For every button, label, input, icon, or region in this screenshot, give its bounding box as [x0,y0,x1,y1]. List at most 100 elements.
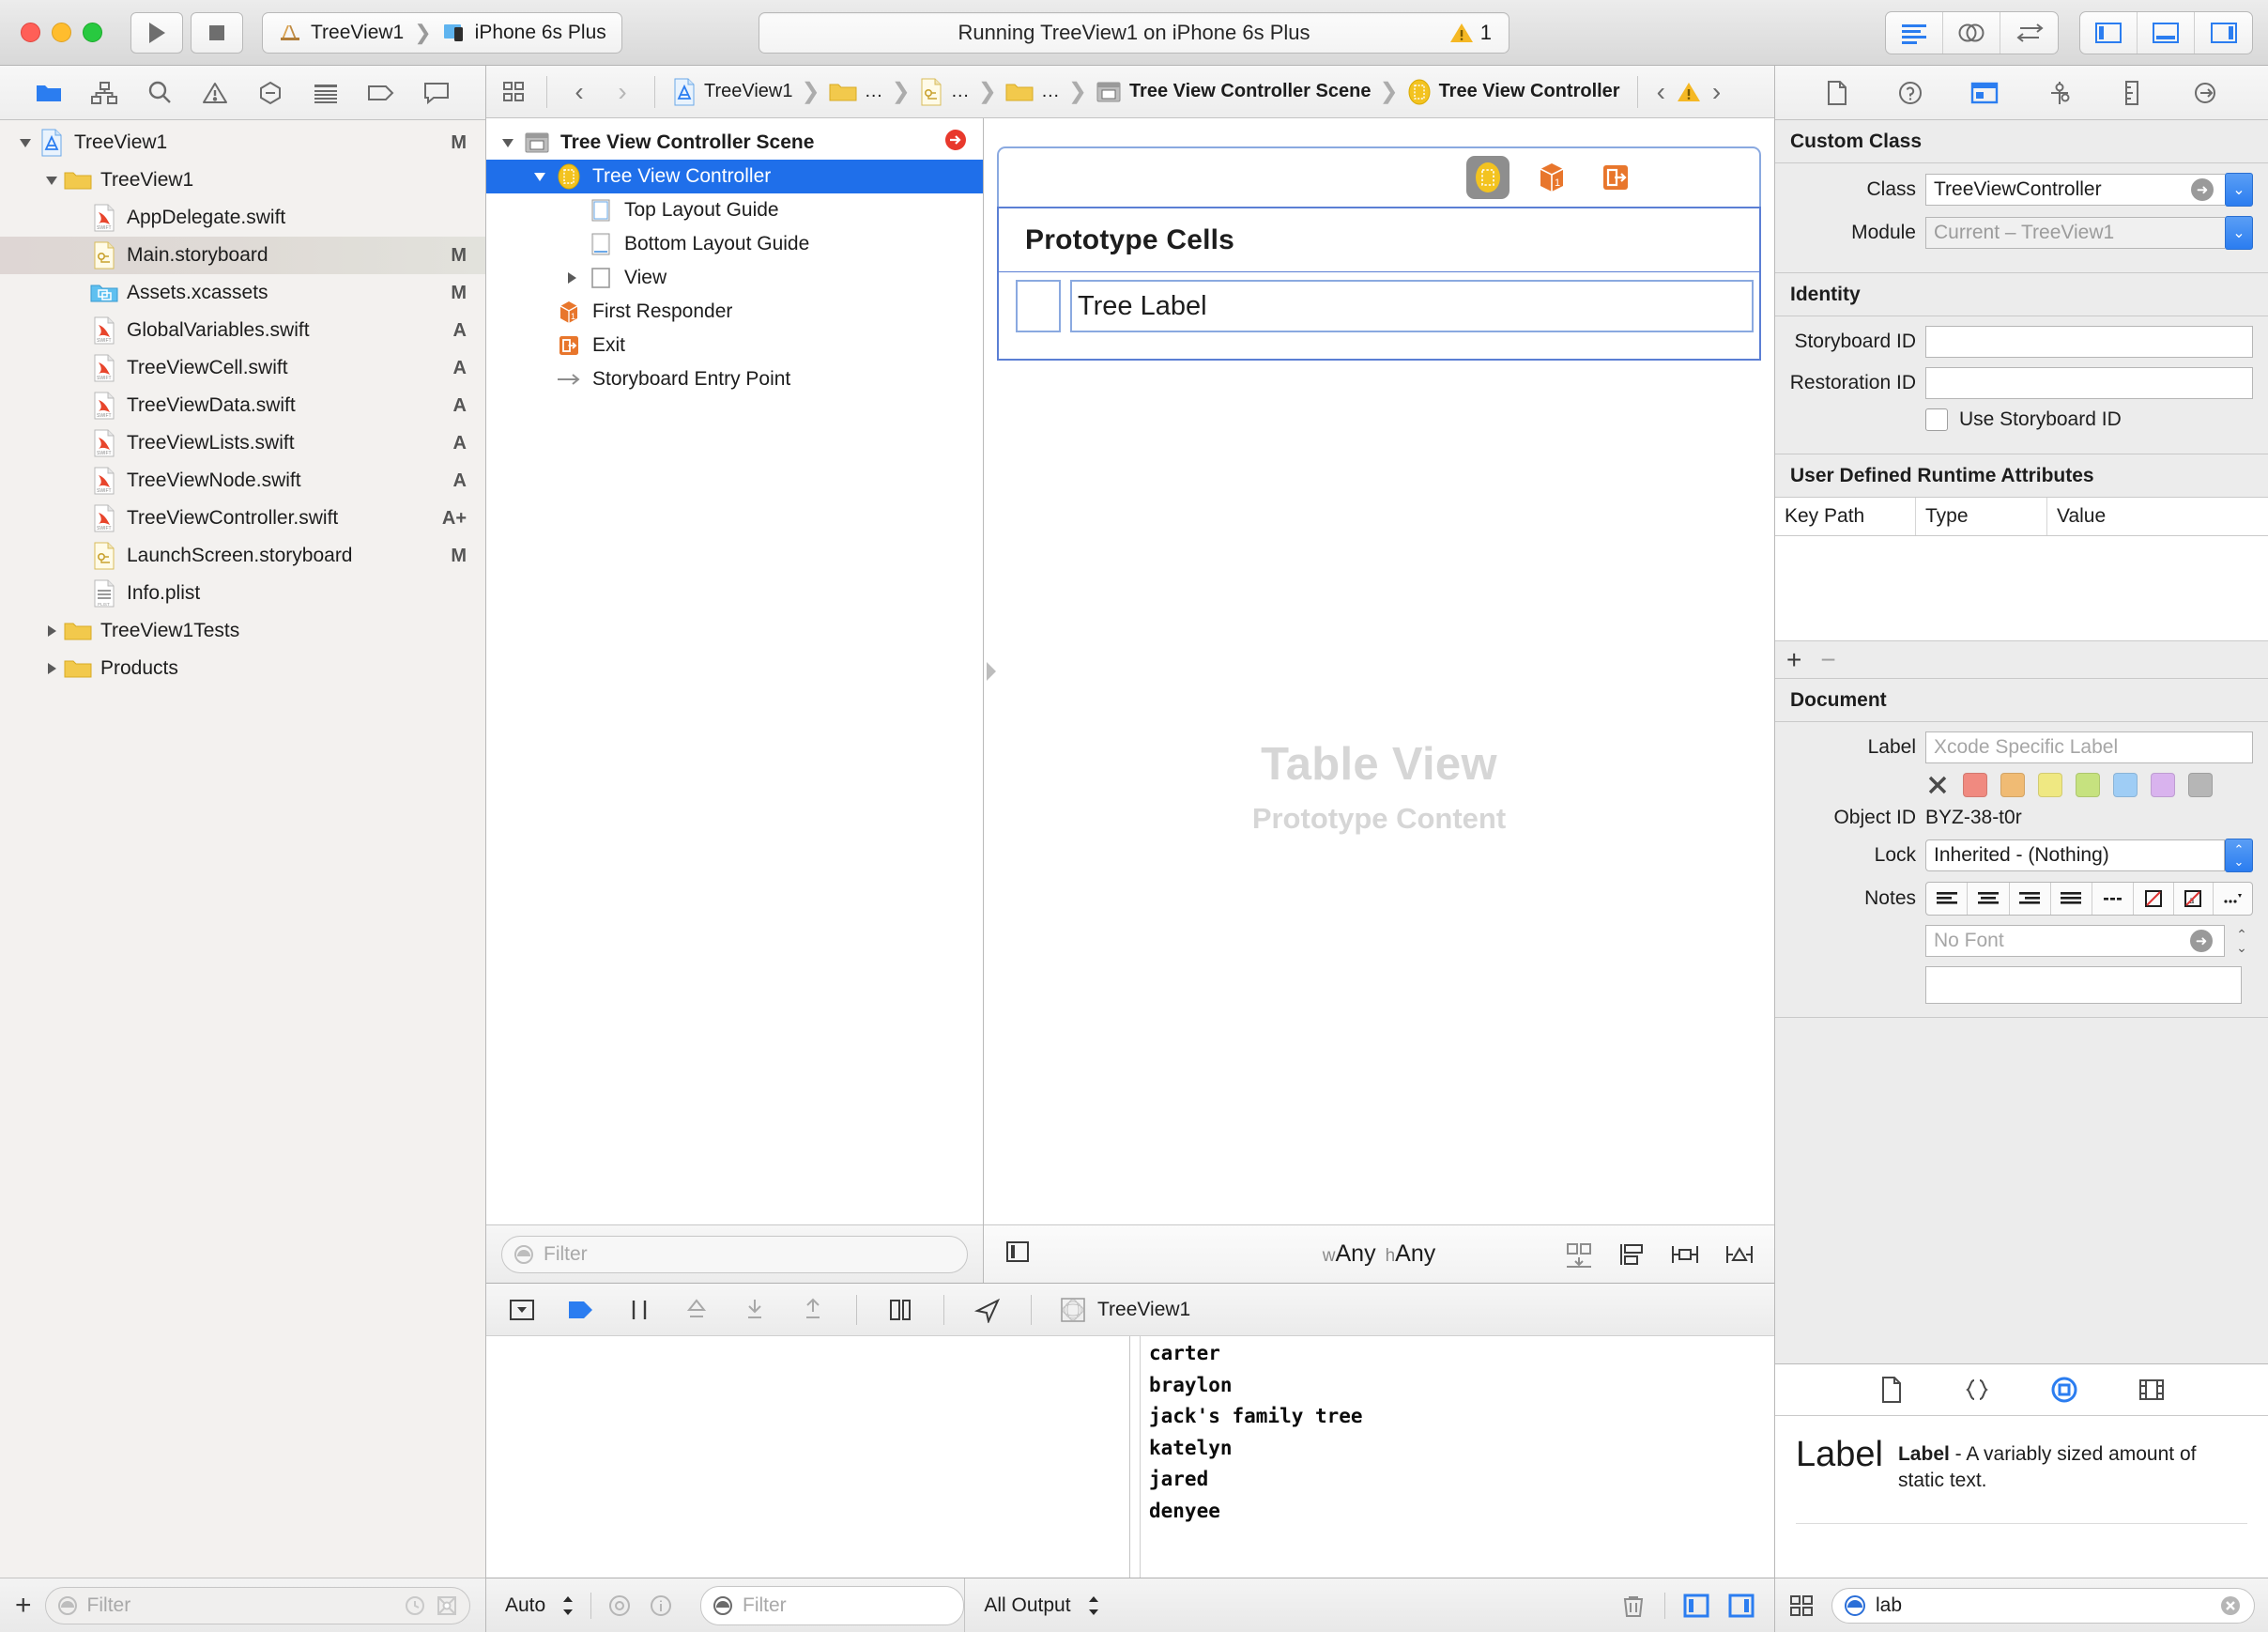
outline-row[interactable]: View [486,261,983,295]
assistant-editor-button[interactable] [1943,12,2000,54]
step-over-icon[interactable] [682,1297,712,1323]
outline-row[interactable]: Tree View Controller [486,160,983,193]
related-items-icon[interactable] [496,80,533,104]
udra-remove-button[interactable]: − [1820,645,1835,675]
close-window-button[interactable] [21,23,40,42]
project-navigator-icon[interactable] [32,78,66,108]
warning-triangle-icon[interactable] [1677,81,1701,103]
chevron-updown-icon[interactable] [560,1594,575,1618]
restoration-id-field[interactable] [1925,367,2253,399]
console-scope-label[interactable]: All Output [984,1594,1070,1617]
navigator-filter-field[interactable]: Filter [45,1587,470,1624]
console-view[interactable]: carter braylon jack's family tree kately… [1130,1336,1774,1578]
standard-editor-button[interactable] [1886,12,1943,54]
file-row[interactable]: TreeView1M [0,124,485,162]
align-left-icon[interactable] [1926,883,1968,915]
module-field[interactable]: Current – TreeView1 [1925,217,2225,249]
outline-row-twisty[interactable] [526,168,554,185]
exit-icon[interactable] [1594,156,1637,199]
view-as-button[interactable] [1003,1237,1033,1272]
disclosure-triangle-down-icon[interactable] [43,172,60,189]
notes-textarea[interactable] [1925,966,2242,1004]
file-row[interactable]: TreeView1Tests [0,612,485,650]
breadcrumb-item[interactable]: … [825,81,887,103]
align-center-icon[interactable] [1968,883,2009,915]
color-swatch-blue[interactable] [2113,773,2138,797]
file-row-twisty[interactable] [13,134,38,151]
file-row[interactable]: LaunchScreen.storyboardM [0,537,485,575]
library-filter-field[interactable]: lab [1831,1588,2255,1624]
file-row[interactable]: SWIFTTreeViewNode.swiftA [0,462,485,500]
info-icon[interactable] [648,1593,674,1619]
quick-help-icon[interactable] [1896,79,1924,107]
udra-add-button[interactable]: + [1786,645,1801,675]
identity-inspector-icon[interactable] [1969,80,2000,106]
show-variables-view-icon[interactable] [1682,1593,1710,1619]
file-row[interactable]: Main.storyboardM [0,237,485,274]
source-control-filter-icon[interactable] [436,1594,458,1617]
jump-to-class-icon[interactable]: ➜ [2191,178,2214,201]
code-snippet-library-icon[interactable] [1962,1375,1992,1405]
disclosure-triangle-right-icon[interactable] [43,660,60,677]
class-field[interactable]: TreeViewController ➜ [1925,174,2225,206]
disclosure-triangle-down-icon[interactable] [17,134,34,151]
stack-icon[interactable] [1617,1240,1647,1269]
test-navigator-icon[interactable] [253,78,287,108]
outline-row[interactable]: Exit [486,329,983,362]
view-controller-scene[interactable]: 1 Prototype Cells Tree Label [997,146,1761,1224]
run-button[interactable] [130,12,183,54]
recent-files-icon[interactable] [404,1594,426,1617]
breadcrumb-item[interactable]: … [915,78,973,106]
stop-button[interactable] [191,12,243,54]
file-row[interactable]: SWIFTTreeViewController.swiftA+ [0,500,485,537]
disclosure-triangle-down-icon[interactable] [531,168,548,185]
breadcrumb-item[interactable]: Tree View Controller Scene [1092,81,1375,103]
update-frames-icon[interactable] [1564,1240,1594,1269]
prototype-cell[interactable]: Tree Label [997,272,1761,340]
align-right-icon[interactable] [2010,883,2051,915]
udra-table-body[interactable] [1775,536,2268,641]
file-row[interactable]: SWIFTTreeViewCell.swiftA [0,349,485,387]
interface-builder-canvas[interactable]: 1 Prototype Cells Tree Label [984,118,1774,1224]
lock-stepper-button[interactable]: ⌃⌄ [2225,839,2253,872]
clear-search-icon[interactable] [2218,1594,2243,1618]
color-swatch-gray[interactable] [2188,773,2213,797]
file-row[interactable]: SWIFTTreeViewData.swiftA [0,387,485,424]
resolve-auto-layout-icon[interactable] [1724,1240,1755,1269]
file-row-twisty[interactable] [39,172,64,189]
file-row[interactable]: Assets.xcassetsM [0,274,485,312]
library-list[interactable]: Label Label - A variably sized amount of… [1775,1416,2268,1578]
font-panel-icon[interactable]: ➜ [2190,930,2213,952]
minimize-window-button[interactable] [52,23,71,42]
size-inspector-icon[interactable] [2119,79,2145,107]
notes-font-field[interactable]: No Font ➜ [1925,925,2225,957]
navigate-back-button[interactable]: ‹ [560,77,598,107]
file-row[interactable]: Products [0,650,485,687]
scheme-selector[interactable]: TreeView1 ❯ iPhone 6s Plus [262,12,622,54]
disclosure-triangle-right-icon[interactable] [43,623,60,639]
module-dropdown-button[interactable]: ⌄ [2225,216,2253,250]
show-console-view-icon[interactable] [1727,1593,1755,1619]
file-inspector-icon[interactable] [1824,79,1850,107]
outline-row[interactable]: Tree View Controller Scene [486,126,983,160]
no-color-icon[interactable] [2134,883,2173,915]
variables-view[interactable] [486,1336,1130,1578]
clear-console-icon[interactable] [1619,1592,1647,1620]
view-debugging-icon[interactable] [885,1297,915,1323]
storyboard-id-field[interactable] [1925,326,2253,358]
add-file-button[interactable]: + [15,1590,32,1622]
outline-row[interactable]: Storyboard Entry Point [486,362,983,396]
attributes-inspector-icon[interactable] [2046,79,2074,107]
object-library-icon[interactable] [2048,1374,2080,1406]
color-swatch-red[interactable] [1963,773,1987,797]
toggle-navigator-button[interactable] [2080,12,2138,54]
version-editor-button[interactable] [2000,12,2058,54]
variables-filter-field[interactable]: Filter [700,1586,964,1625]
library-item-label[interactable]: Label Label - A variably sized amount of… [1796,1437,2247,1495]
class-dropdown-button[interactable]: ⌄ [2225,173,2253,207]
file-template-library-icon[interactable] [1877,1375,1906,1405]
issue-navigator-icon[interactable] [198,78,232,108]
source-control-navigator-icon[interactable] [87,78,121,108]
pause-icon[interactable] [625,1297,653,1323]
status-warning-group[interactable]: 1 [1449,21,1492,45]
